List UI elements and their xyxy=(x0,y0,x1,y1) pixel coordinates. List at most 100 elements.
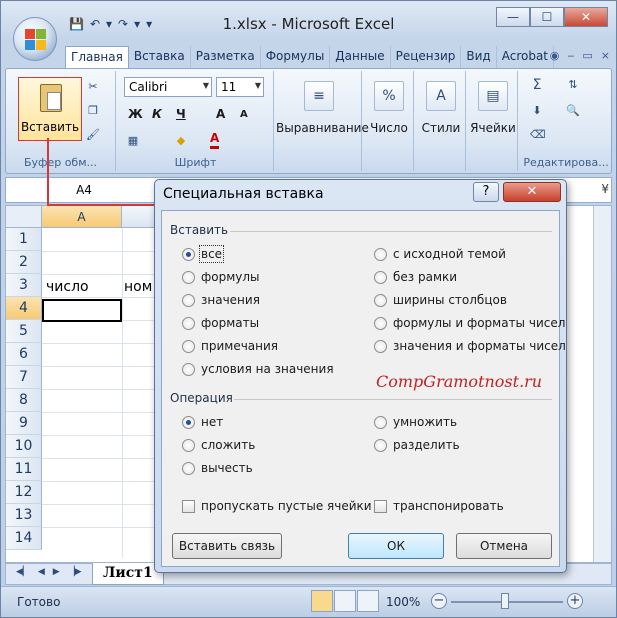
find-select-icon[interactable]: 🔍 xyxy=(566,105,580,117)
font-size-combo[interactable]: 11 ▼ xyxy=(216,77,264,97)
page-break-view-button[interactable] xyxy=(357,590,379,612)
font-color-button[interactable]: A xyxy=(210,131,220,149)
radio-button[interactable] xyxy=(374,247,387,261)
italic-button[interactable]: К xyxy=(152,107,162,127)
dialog-close-button[interactable]: ✕ xyxy=(503,182,561,202)
percent-icon[interactable]: % xyxy=(374,81,404,111)
checkbox[interactable] xyxy=(374,499,387,513)
format-painter-icon[interactable]: 🖌 xyxy=(86,129,100,141)
radio-paste-validation[interactable]: условия на значения xyxy=(182,362,334,376)
prev-sheet-icon[interactable]: ◀ xyxy=(38,567,45,577)
radio-paste-formats[interactable]: форматы xyxy=(182,316,259,330)
radio-paste-column-widths[interactable]: ширины столбцов xyxy=(374,293,507,307)
next-sheet-icon[interactable]: ▶ xyxy=(53,567,60,577)
radio-button[interactable] xyxy=(374,270,387,284)
radio-paste-no-borders[interactable]: без рамки xyxy=(374,270,457,284)
radio-paste-all[interactable]: все xyxy=(182,245,225,263)
row-header[interactable]: 12 xyxy=(6,481,42,504)
cell-a3[interactable]: число xyxy=(46,279,89,295)
skip-blanks-checkbox[interactable]: пропускать пустые ячейки xyxy=(182,499,372,513)
active-cell-a4[interactable] xyxy=(42,299,122,322)
copy-icon[interactable]: ❐ xyxy=(86,105,100,117)
radio-paste-values[interactable]: значения xyxy=(182,293,260,307)
column-header-a[interactable]: A xyxy=(42,206,122,228)
checkbox[interactable] xyxy=(182,499,195,513)
last-sheet-icon[interactable]: ▕▶ xyxy=(68,567,82,577)
radio-button[interactable] xyxy=(374,339,387,353)
radio-operation-subtract[interactable]: вычесть xyxy=(182,461,253,475)
styles-label[interactable]: Стили xyxy=(416,121,466,135)
radio-paste-formulas[interactable]: формулы xyxy=(182,270,260,284)
tab-page-layout[interactable]: Разметка xyxy=(191,46,261,68)
grow-font-button[interactable]: A xyxy=(216,107,225,127)
bold-button[interactable]: Ж xyxy=(128,107,143,127)
shrink-font-button[interactable]: A xyxy=(240,109,248,129)
sheet-tab-1[interactable]: Лист1 xyxy=(92,563,164,585)
radio-button[interactable] xyxy=(182,316,195,330)
radio-button[interactable] xyxy=(182,438,195,452)
tab-acrobat[interactable]: Acrobat xyxy=(497,46,555,68)
radio-paste-comments[interactable]: примечания xyxy=(182,339,278,353)
row-header[interactable]: 11 xyxy=(6,458,42,481)
row-header[interactable]: 6 xyxy=(6,343,42,366)
radio-button[interactable] xyxy=(182,461,195,475)
radio-button[interactable] xyxy=(182,247,195,261)
zoom-level[interactable]: 100% xyxy=(386,595,420,609)
help-icon[interactable]: ◉ xyxy=(550,49,560,62)
tab-review[interactable]: Рецензир xyxy=(391,46,462,68)
fill-color-icon[interactable]: ◆ xyxy=(174,135,188,147)
radio-paste-values-number-formats[interactable]: значения и форматы чисел xyxy=(374,339,566,353)
cancel-button[interactable]: Отмена xyxy=(456,533,552,559)
vertical-scrollbar[interactable] xyxy=(593,206,611,562)
name-box[interactable]: A4 xyxy=(14,178,154,202)
radio-button[interactable] xyxy=(374,415,387,429)
row-header[interactable]: 10 xyxy=(6,435,42,458)
radio-button[interactable] xyxy=(374,438,387,452)
select-all-corner[interactable] xyxy=(6,206,42,228)
minimize-button[interactable]: — xyxy=(496,7,530,27)
radio-operation-multiply[interactable]: умножить xyxy=(374,415,457,429)
tab-formulas[interactable]: Формулы xyxy=(261,46,331,68)
normal-view-button[interactable] xyxy=(311,590,333,612)
minimize-icon[interactable]: ‒ xyxy=(567,49,574,62)
dialog-help-button[interactable]: ? xyxy=(473,182,499,202)
radio-operation-none[interactable]: нет xyxy=(182,415,223,429)
office-button[interactable] xyxy=(13,17,57,61)
sort-filter-icon[interactable]: ⇅ xyxy=(566,79,580,91)
row-header[interactable]: 2 xyxy=(6,251,42,274)
zoom-out-button[interactable]: − xyxy=(431,593,447,609)
borders-icon[interactable]: ▦ xyxy=(126,135,140,147)
radio-button[interactable] xyxy=(182,362,195,376)
clear-icon[interactable]: ⌫ xyxy=(530,129,546,141)
autosum-icon[interactable]: Σ xyxy=(530,78,544,92)
radio-button[interactable] xyxy=(182,415,195,429)
alignment-label[interactable]: Выравнивание xyxy=(276,121,369,135)
tab-view[interactable]: Вид xyxy=(461,46,497,68)
close-icon[interactable]: × xyxy=(601,49,610,62)
radio-button[interactable] xyxy=(182,293,195,307)
number-label[interactable]: Число xyxy=(364,121,414,135)
expand-formula-bar-icon[interactable]: ¥ xyxy=(601,182,609,196)
radio-operation-add[interactable]: сложить xyxy=(182,438,255,452)
font-name-combo[interactable]: Calibri ▼ xyxy=(124,77,212,97)
radio-paste-source-theme[interactable]: с исходной темой xyxy=(374,247,506,261)
row-header[interactable]: 13 xyxy=(6,504,42,527)
radio-button[interactable] xyxy=(374,293,387,307)
row-header[interactable]: 3 xyxy=(6,274,42,297)
page-layout-view-button[interactable] xyxy=(334,590,356,612)
cell-b3[interactable]: ном xyxy=(124,279,152,295)
row-header[interactable]: 1 xyxy=(6,228,42,251)
tab-home[interactable]: Главная xyxy=(65,46,129,69)
radio-button[interactable] xyxy=(374,316,387,330)
row-header[interactable]: 7 xyxy=(6,366,42,389)
row-header[interactable]: 4 xyxy=(6,297,42,320)
radio-button[interactable] xyxy=(182,339,195,353)
row-header[interactable]: 9 xyxy=(6,412,42,435)
cells-icon[interactable]: ▤ xyxy=(478,81,508,111)
row-header[interactable]: 5 xyxy=(6,320,42,343)
zoom-slider-thumb[interactable] xyxy=(501,593,509,609)
paste-link-button[interactable]: Вставить связь xyxy=(172,533,282,559)
tab-data[interactable]: Данные xyxy=(330,46,391,68)
restore-icon[interactable]: ▭ xyxy=(582,49,592,62)
first-sheet-icon[interactable]: ◀▏ xyxy=(16,567,30,577)
